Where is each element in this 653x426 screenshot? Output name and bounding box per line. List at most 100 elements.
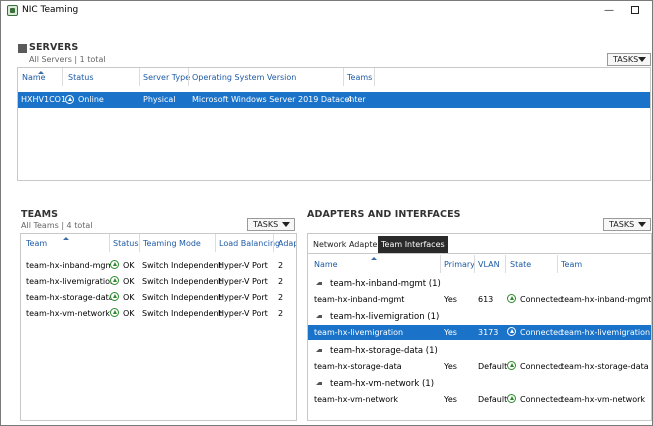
maximize-icon — [631, 6, 639, 14]
team-row[interactable]: team-hx-vm-network OK Switch Independent… — [21, 307, 296, 321]
interface-primary: Yes — [444, 328, 457, 337]
servers-col-status[interactable]: Status — [68, 69, 94, 87]
team-adapters: 2 — [278, 293, 284, 302]
interface-state: Connected — [520, 328, 564, 337]
column-separator — [62, 68, 63, 86]
group-label: team-hx-livemigration (1) — [330, 312, 440, 322]
teams-grid: Team Status Teaming Mode Load Balancing … — [20, 233, 297, 421]
tab-divider — [308, 253, 651, 254]
servers-tasks-button[interactable]: TASKS — [607, 53, 651, 66]
team-status: OK — [123, 277, 135, 286]
teams-tasks-label: TASKS — [253, 220, 279, 229]
group-label: team-hx-storage-data (1) — [330, 346, 438, 356]
chevron-down-icon — [638, 57, 646, 62]
team-teaming-mode: Switch Independent — [142, 277, 222, 286]
interface-row[interactable]: team-hx-livemigration Yes 3173 Connected… — [308, 325, 651, 340]
servers-col-os-version[interactable]: Operating System Version — [192, 69, 296, 87]
interface-vlan: 613 — [478, 295, 494, 304]
team-name: team-hx-storage-data — [26, 293, 114, 302]
nic-teaming-app-icon — [7, 5, 18, 16]
teams-col-status[interactable]: Status — [113, 235, 139, 253]
collapse-caret-icon — [316, 349, 322, 352]
team-status: OK — [123, 261, 135, 270]
server-row[interactable]: HXHV1CO1 Online Physical Microsoft Windo… — [18, 92, 650, 108]
column-separator — [139, 68, 140, 86]
interface-state: Connected — [520, 295, 564, 304]
ok-status-icon — [110, 308, 119, 317]
group-header[interactable]: team-hx-storage-data (1) — [308, 344, 651, 358]
interface-name: team-hx-inband-mgmt — [314, 295, 405, 304]
teams-col-teaming-mode[interactable]: Teaming Mode — [143, 235, 201, 253]
group-header[interactable]: team-hx-inband-mgmt (1) — [308, 277, 651, 291]
connected-status-icon — [507, 327, 516, 336]
teams-col-adapters[interactable]: Adap — [278, 235, 296, 253]
interface-primary: Yes — [444, 395, 457, 404]
connected-status-icon — [507, 361, 516, 370]
adapters-col-vlan[interactable]: VLAN — [478, 256, 500, 274]
team-teaming-mode: Switch Independent — [142, 309, 222, 318]
server-name: HXHV1CO1 — [21, 95, 67, 104]
column-separator — [474, 255, 475, 273]
interface-vlan: Default — [478, 362, 508, 371]
interface-state: Connected — [520, 395, 564, 404]
servers-col-teams[interactable]: Teams — [347, 69, 372, 87]
adapters-col-state[interactable]: State — [510, 256, 531, 274]
servers-col-name[interactable]: Name — [22, 69, 46, 87]
adapters-col-team[interactable]: Team — [561, 256, 582, 274]
team-row[interactable]: team-hx-inband-mgmt OK Switch Independen… — [21, 259, 296, 273]
ok-status-icon — [110, 292, 119, 301]
interface-row[interactable]: team-hx-vm-network Yes Default Connected… — [308, 393, 651, 407]
adapters-tasks-button[interactable]: TASKS — [603, 218, 651, 231]
servers-section-icon — [18, 44, 27, 53]
teams-col-team[interactable]: Team — [26, 235, 47, 253]
server-type: Physical — [143, 95, 176, 104]
interface-vlan: Default — [478, 395, 508, 404]
interface-vlan: 3173 — [478, 328, 499, 337]
maximize-button[interactable] — [626, 3, 644, 19]
title-bar: NIC Teaming — — [1, 1, 652, 21]
interface-row[interactable]: team-hx-storage-data Yes Default Connect… — [308, 360, 651, 374]
interface-primary: Yes — [444, 295, 457, 304]
servers-subtitle: All Servers | 1 total — [29, 55, 106, 64]
tab-team-interfaces[interactable]: Team Interfaces — [378, 236, 448, 253]
team-status: OK — [123, 309, 135, 318]
team-row[interactable]: team-hx-storage-data OK Switch Independe… — [21, 291, 296, 305]
adapters-col-name[interactable]: Name — [314, 256, 338, 274]
ok-status-icon — [110, 276, 119, 285]
teams-tasks-button[interactable]: TASKS — [247, 218, 295, 231]
interface-team: team-hx-livemigration — [561, 328, 651, 337]
servers-col-server-type[interactable]: Server Type — [143, 69, 190, 87]
interface-team: team-hx-storage-data — [561, 362, 649, 371]
teams-col-load-balancing[interactable]: Load Balancing — [219, 235, 280, 253]
team-name: team-hx-inband-mgmt — [26, 261, 117, 270]
server-status: Online — [78, 95, 104, 104]
collapse-caret-icon — [316, 282, 322, 285]
group-header[interactable]: team-hx-livemigration (1) — [308, 310, 651, 324]
adapters-col-primary[interactable]: Primary — [444, 256, 475, 274]
teams-subtitle: All Teams | 4 total — [21, 221, 93, 230]
column-separator — [273, 234, 274, 252]
collapse-caret-icon — [316, 315, 322, 318]
team-name: team-hx-livemigration — [26, 277, 116, 286]
team-teaming-mode: Switch Independent — [142, 293, 222, 302]
interface-team: team-hx-vm-network — [561, 395, 646, 404]
chevron-down-icon — [638, 222, 646, 227]
team-load-balancing: Hyper-V Port — [218, 293, 268, 302]
team-adapters: 2 — [278, 261, 284, 270]
minimize-button[interactable]: — — [600, 3, 618, 19]
team-load-balancing: Hyper-V Port — [218, 261, 268, 270]
chevron-down-icon — [282, 222, 290, 227]
column-separator — [343, 68, 344, 86]
connected-status-icon — [507, 294, 516, 303]
collapse-caret-icon — [316, 382, 322, 385]
interface-name: team-hx-livemigration — [314, 328, 404, 337]
column-separator — [374, 68, 375, 86]
interface-row[interactable]: team-hx-inband-mgmt Yes 613 Connected te… — [308, 293, 651, 307]
servers-grid: Name Status Server Type Operating System… — [17, 67, 651, 181]
team-row[interactable]: team-hx-livemigration OK Switch Independ… — [21, 275, 296, 289]
adapters-title: ADAPTERS AND INTERFACES — [307, 209, 461, 220]
interface-primary: Yes — [444, 362, 457, 371]
server-teams-count: 4 — [347, 95, 353, 104]
window-title: NIC Teaming — [22, 5, 79, 15]
group-header[interactable]: team-hx-vm-network (1) — [308, 377, 651, 391]
